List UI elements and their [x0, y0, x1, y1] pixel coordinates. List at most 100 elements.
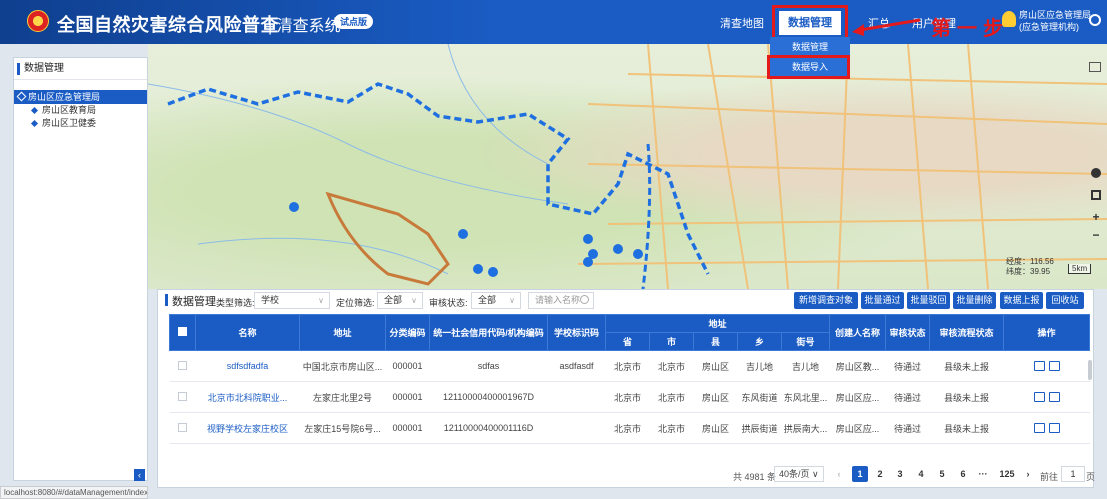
cell-school-id [547, 381, 606, 413]
col-audit-status: 审核状态 [885, 314, 931, 351]
user-name[interactable]: 房山区应急管理局 (应急管理机构) [1019, 9, 1091, 33]
page-6-button[interactable]: 6 [955, 466, 971, 482]
col-school-id: 学校标识码 [547, 314, 606, 351]
page-3-button[interactable]: 3 [892, 466, 908, 482]
cell-credit-code: 12110000400001116D [429, 412, 548, 444]
cell-operation [1003, 412, 1090, 444]
page-4-button[interactable]: 4 [913, 466, 929, 482]
page-size-select[interactable]: 40条/页 ∨ [774, 466, 824, 482]
cell-credit-code: sdfas [429, 350, 548, 382]
batch-approve-button[interactable]: 批量通过 [861, 292, 904, 309]
cell-province: 北京市 [605, 350, 650, 382]
chevron-down-icon: ∨ [509, 296, 515, 305]
tree-node-root[interactable]: 房山区应急管理局 [14, 90, 147, 104]
col-flow-status: 审核流程状态 [929, 314, 1005, 351]
cell-address: 左家庄15号院6号... [299, 412, 386, 444]
cell-address: 中国北京市房山区... [299, 350, 386, 382]
row-checkbox[interactable] [178, 391, 187, 401]
view-detail-icon[interactable] [1033, 423, 1045, 434]
next-page-button[interactable]: › [1020, 466, 1036, 482]
add-survey-object-button[interactable]: 新增调查对象 [794, 292, 858, 309]
map-fullscreen-icon[interactable] [1091, 190, 1101, 200]
cell-category: 000001 [385, 412, 430, 444]
col-address-group: 地址 [604, 314, 831, 333]
map-zoom-out-icon[interactable]: − [1091, 229, 1101, 241]
annotation-step-label: 第一步 [931, 18, 1009, 40]
browser-status-url: localhost:8080/#/dataManagement/index [0, 486, 148, 499]
page-more-button[interactable]: ··· [975, 466, 991, 482]
location-filter-value: 全部 [384, 295, 403, 305]
table-row[interactable]: 北京市北科院职业... 左家庄北里2号 000001 1211000040000… [169, 381, 1090, 413]
row-checkbox-cell[interactable] [169, 412, 196, 444]
goto-unit: 页 [1086, 472, 1096, 482]
map-layers-icon[interactable] [1089, 62, 1101, 72]
cell-school-id [547, 412, 606, 444]
cell-town: 吉儿地 [737, 350, 782, 382]
sidebar-collapse-icon[interactable]: ‹ [134, 469, 145, 481]
annotation-box-nav [772, 5, 848, 40]
table-scrollbar[interactable] [1088, 360, 1092, 380]
tree-node-health[interactable]: 房山区卫健委 [14, 117, 147, 130]
nav-map[interactable]: 清查地图 [720, 15, 764, 31]
annotation-box-import [767, 55, 850, 79]
cell-city: 北京市 [649, 350, 694, 382]
cell-flow-status: 县级未上报 [929, 350, 1004, 382]
col-street: 街号 [780, 332, 831, 351]
tree-node-health-label: 房山区卫健委 [42, 118, 97, 128]
goto-page-input[interactable]: 1 [1061, 466, 1085, 482]
map-globe-icon[interactable] [1091, 168, 1101, 178]
view-detail-icon[interactable] [1033, 361, 1045, 372]
row-checkbox[interactable] [178, 422, 187, 432]
search-icon [580, 295, 589, 304]
col-creator: 创建人名称 [829, 314, 887, 351]
type-filter-label: 类型筛选: [216, 298, 255, 308]
view-detail-icon[interactable] [1033, 392, 1045, 403]
chevron-down-icon: ∨ [411, 296, 417, 305]
page-1-button[interactable]: 1 [852, 466, 868, 482]
select-all-checkbox[interactable] [178, 327, 187, 336]
location-filter-select[interactable]: 全部 ∨ [377, 292, 423, 309]
prev-page-button[interactable]: ‹ [831, 466, 847, 482]
edit-icon[interactable] [1048, 361, 1060, 372]
cell-audit-status: 待通过 [885, 412, 930, 444]
col-province: 省 [605, 332, 650, 351]
batch-delete-button[interactable]: 批量删除 [953, 292, 996, 309]
name-search-input[interactable]: 请输入名称 [528, 292, 594, 309]
logout-power-icon[interactable] [1089, 14, 1101, 26]
edit-icon[interactable] [1048, 392, 1060, 403]
cell-name[interactable]: sdfsdfadfa [195, 350, 300, 382]
page-2-button[interactable]: 2 [872, 466, 888, 482]
batch-reject-button[interactable]: 批量驳回 [907, 292, 950, 309]
row-checkbox-cell[interactable] [169, 381, 196, 413]
cell-flow-status: 县级未上报 [929, 381, 1004, 413]
audit-filter-select[interactable]: 全部 ∨ [471, 292, 521, 309]
cell-county: 房山区 [693, 381, 738, 413]
page-5-button[interactable]: 5 [934, 466, 950, 482]
national-emblem-icon [27, 10, 49, 32]
header-select-all[interactable] [169, 314, 196, 351]
row-checkbox[interactable] [178, 360, 187, 370]
map-view[interactable]: + − [148, 44, 1107, 289]
edit-icon[interactable] [1048, 423, 1060, 434]
type-filter-value: 学校 [261, 295, 280, 305]
goto-label: 前往 [1040, 472, 1059, 482]
recycle-bin-button[interactable]: 回收站 [1046, 292, 1084, 309]
page-last-button[interactable]: 125 [996, 466, 1018, 482]
cell-town: 东风街道 [737, 381, 782, 413]
data-report-button[interactable]: 数据上报 [1000, 292, 1043, 309]
cell-town: 拱辰街道 [737, 412, 782, 444]
cell-operation [1003, 350, 1090, 382]
cell-name[interactable]: 北京市北科院职业... [195, 381, 300, 413]
map-zoom-in-icon[interactable]: + [1091, 211, 1101, 223]
table-row[interactable]: 视野学校左家庄校区 左家庄15号院6号... 000001 1211000040… [169, 412, 1090, 444]
row-checkbox-cell[interactable] [169, 350, 196, 382]
user-name-line2: (应急管理机构) [1019, 22, 1079, 32]
cell-credit-code: 12110000400001967D [429, 381, 548, 413]
type-filter-select[interactable]: 学校 ∨ [254, 292, 330, 309]
map-coordinates: 经度：116.56 纬度：39.95 [1006, 257, 1054, 277]
table-row[interactable]: sdfsdfadfa 中国北京市房山区... 000001 sdfas asdf… [169, 350, 1090, 382]
dropdown-item-data-management[interactable]: 数据管理 [770, 37, 850, 57]
cell-name[interactable]: 视野学校左家庄校区 [195, 412, 300, 444]
cell-creator: 房山区教... [829, 350, 886, 382]
tree-node-education[interactable]: 房山区教育局 [14, 104, 147, 117]
